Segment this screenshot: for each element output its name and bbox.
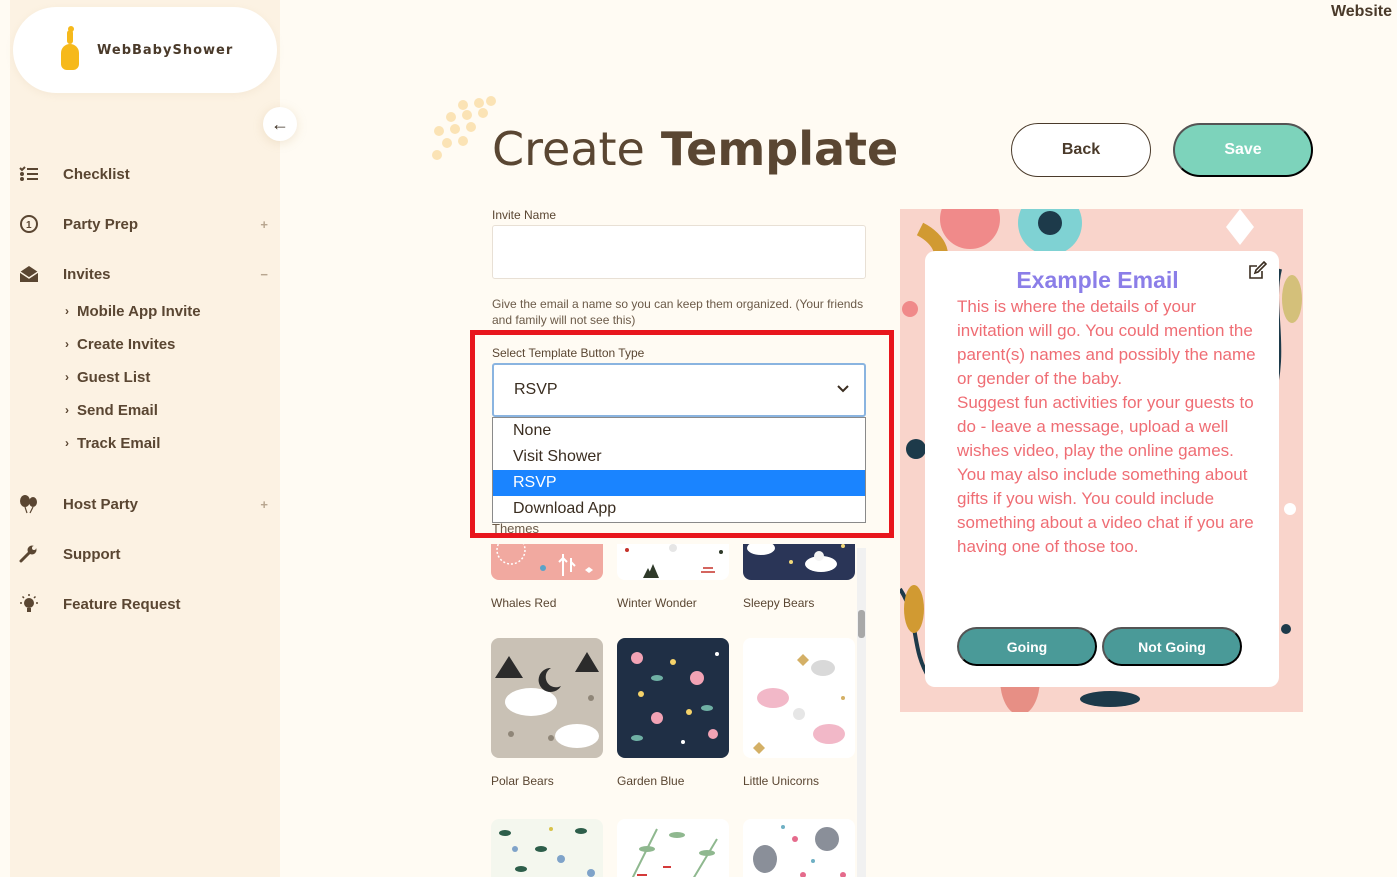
page-title: Create Template	[492, 122, 898, 176]
back-button[interactable]: Back	[1011, 123, 1151, 177]
sidebar: WebBabyShower ← Checklist 1 Party Prep +…	[10, 0, 297, 877]
sidebar-item-checklist[interactable]: Checklist	[18, 161, 268, 187]
expand-toggle[interactable]: +	[260, 497, 268, 512]
theme-whales-red[interactable]	[491, 544, 603, 580]
sidebar-subitem-track-email[interactable]: › Track Email	[65, 433, 160, 453]
sidebar-item-host-party[interactable]: Host Party +	[18, 491, 268, 517]
sidebar-subitem-mobile-app-invite[interactable]: › Mobile App Invite	[65, 301, 201, 321]
website-link[interactable]: Website	[1331, 3, 1392, 21]
save-button[interactable]: Save	[1173, 123, 1313, 177]
collapse-toggle[interactable]: −	[260, 267, 268, 282]
elephant-logo-icon	[57, 26, 85, 74]
chevron-right-icon: ›	[65, 436, 69, 450]
theme-name: Garden Blue	[617, 774, 685, 788]
invite-name-hint: Give the email a name so you can keep th…	[492, 297, 864, 327]
list-icon	[18, 163, 40, 185]
wrench-icon	[18, 543, 40, 565]
arrow-left-icon: ←	[271, 113, 289, 134]
sidebar-item-label: Checklist	[63, 165, 130, 183]
logo[interactable]: WebBabyShower	[13, 7, 277, 93]
decorative-dots	[428, 96, 498, 162]
invite-name-input[interactable]	[492, 225, 866, 279]
theme-polar-bears[interactable]	[491, 638, 603, 758]
sidebar-subitem-label: Guest List	[77, 368, 151, 386]
theme-tile[interactable]	[617, 819, 729, 877]
chevron-right-icon: ›	[65, 337, 69, 351]
scrollbar-thumb[interactable]	[858, 610, 865, 638]
balloons-icon	[18, 493, 40, 515]
email-title: Example Email	[1016, 267, 1179, 293]
sidebar-item-invites[interactable]: Invites −	[18, 261, 268, 287]
collapse-sidebar-button[interactable]: ←	[263, 107, 297, 141]
going-button[interactable]: Going	[957, 627, 1097, 666]
sidebar-subitem-label: Mobile App Invite	[77, 302, 201, 320]
sidebar-item-support[interactable]: Support	[18, 541, 268, 567]
theme-name: Winter Wonder	[617, 596, 697, 610]
sidebar-subitem-send-email[interactable]: › Send Email	[65, 400, 158, 420]
clock-one-icon: 1	[18, 213, 40, 235]
theme-sleepy-bears[interactable]	[743, 544, 855, 580]
sidebar-item-party-prep[interactable]: 1 Party Prep +	[18, 211, 268, 237]
not-going-button[interactable]: Not Going	[1102, 627, 1242, 666]
email-preview-card: Example Email This is where the details …	[925, 251, 1279, 687]
svg-text:1: 1	[26, 220, 32, 231]
edit-icon[interactable]	[1247, 260, 1268, 281]
brand-name: WebBabyShower	[97, 42, 234, 58]
lightbulb-icon	[18, 593, 40, 615]
page-title-light: Create	[492, 122, 645, 176]
theme-grid: Whales Red Winter Wonder Sleepy Bears Po…	[491, 544, 866, 877]
sidebar-subitem-label: Send Email	[77, 401, 158, 419]
sidebar-item-label: Host Party	[63, 495, 139, 513]
sidebar-subitem-label: Track Email	[77, 434, 161, 452]
sidebar-item-label: Feature Request	[63, 595, 181, 613]
sidebar-item-feature-request[interactable]: Feature Request	[18, 591, 268, 617]
sidebar-item-label: Party Prep	[63, 215, 139, 233]
theme-tile[interactable]	[491, 819, 603, 877]
sidebar-item-label: Invites	[63, 265, 111, 283]
sidebar-subitem-label: Create Invites	[77, 335, 176, 353]
theme-name: Little Unicorns	[743, 774, 820, 788]
theme-tile[interactable]	[743, 819, 855, 877]
expand-toggle[interactable]: +	[260, 217, 268, 232]
theme-garden-blue[interactable]	[617, 638, 729, 758]
email-body-text: This is where the details of your invita…	[957, 297, 1256, 556]
sidebar-item-label: Support	[63, 545, 121, 563]
envelope-icon	[18, 263, 40, 285]
chevron-right-icon: ›	[65, 370, 69, 384]
sidebar-subitem-guest-list[interactable]: › Guest List	[65, 367, 150, 387]
highlight-annotation	[470, 330, 894, 538]
chevron-right-icon: ›	[65, 403, 69, 417]
sidebar-subitem-create-invites[interactable]: › Create Invites	[65, 334, 175, 354]
theme-grid-scrollbar[interactable]	[857, 548, 866, 877]
theme-name: Polar Bears	[491, 774, 554, 788]
theme-winter-wonder[interactable]	[617, 544, 729, 580]
email-body: This is where the details of your invita…	[957, 295, 1257, 559]
page-title-bold: Template	[660, 122, 899, 176]
theme-little-unicorns[interactable]	[743, 638, 855, 758]
theme-name: Sleepy Bears	[743, 596, 815, 610]
theme-name: Whales Red	[491, 596, 557, 610]
chevron-right-icon: ›	[65, 304, 69, 318]
invite-name-label: Invite Name	[492, 208, 557, 222]
